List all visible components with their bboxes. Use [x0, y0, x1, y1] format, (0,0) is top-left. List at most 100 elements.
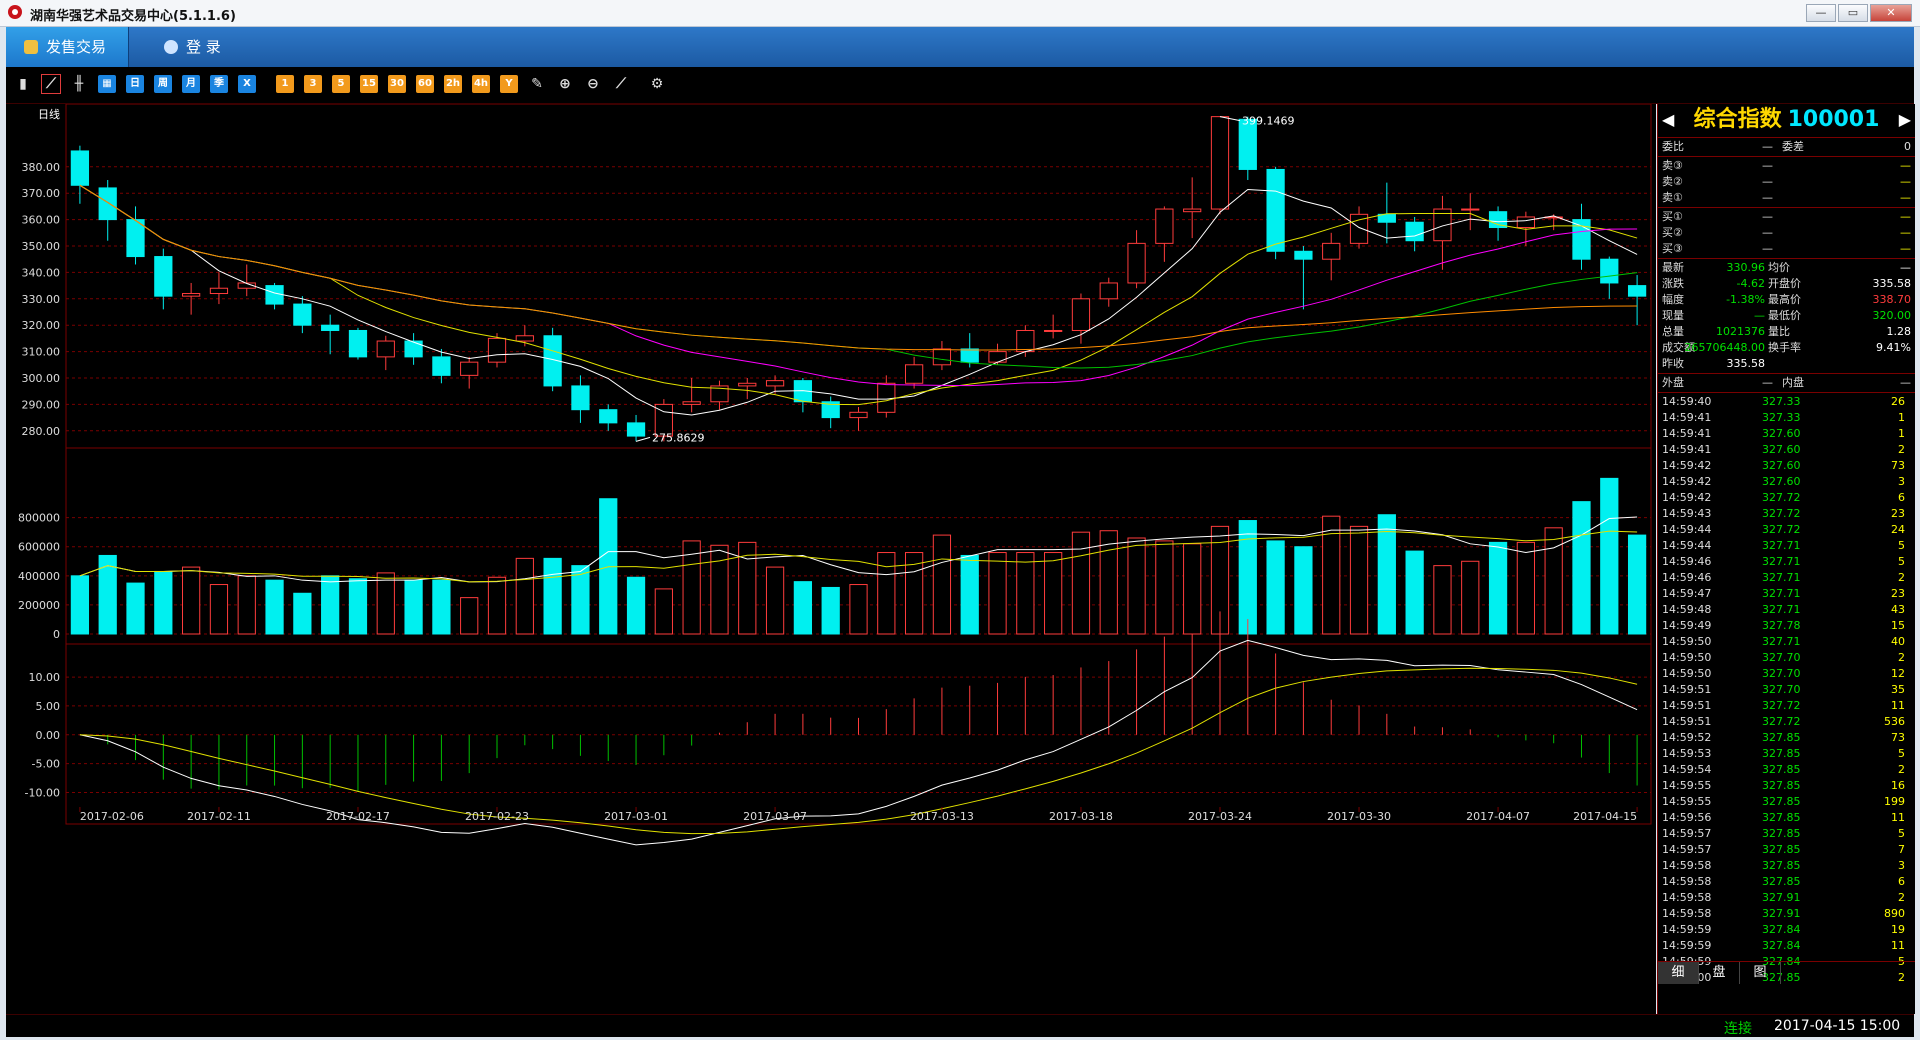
bar-chart-icon[interactable]: ▮ [14, 75, 32, 93]
stat-value-2: 338.70 [1872, 293, 1912, 306]
calendar-icon[interactable]: ▦ [98, 75, 116, 93]
tab-login[interactable]: 登 录 [146, 27, 246, 67]
tick-price: 327.85 [1762, 747, 1801, 760]
tick-price: 327.85 [1762, 731, 1801, 744]
candle-body [321, 324, 340, 331]
candle-body [1044, 329, 1063, 332]
tick-time: 14:59:51 [1662, 715, 1712, 728]
candle-body [1183, 208, 1202, 213]
tick-volume: 15 [1891, 619, 1905, 632]
stat-row: 最新 330.96 均价 — [1658, 260, 1915, 276]
candle-body [460, 361, 479, 376]
tick-row: 14:59:58 327.91 890 [1658, 906, 1915, 922]
tick-time: 14:59:41 [1662, 411, 1712, 424]
candle-icon[interactable]: ╫ [70, 75, 88, 93]
volume-bar [1238, 520, 1257, 635]
tick-price: 327.85 [1762, 811, 1801, 824]
tick-row: 14:59:59 327.84 11 [1658, 938, 1915, 954]
inner-label: 内盘 [1782, 376, 1804, 389]
order-ratio-label: 委比 [1662, 140, 1684, 153]
candle-body [209, 287, 229, 295]
tick-volume: 16 [1891, 779, 1905, 792]
tick-price: 327.72 [1762, 507, 1801, 520]
period-4h-button[interactable]: 4h [472, 75, 490, 93]
volume-bar [154, 570, 173, 635]
stat-value-2: 9.41% [1876, 341, 1911, 354]
candle-body [70, 150, 90, 186]
price-axis-label: 280.00 [22, 425, 61, 438]
price-axis-label: 310.00 [22, 346, 61, 359]
candle-body [1210, 116, 1230, 210]
tick-price: 327.71 [1762, 635, 1801, 648]
tick-time: 14:59:58 [1662, 859, 1712, 872]
volume-bar [293, 592, 312, 635]
period-60m-button[interactable]: 60 [416, 75, 434, 93]
tick-time: 14:59:52 [1662, 731, 1712, 744]
candle-body [1516, 216, 1535, 229]
date-axis-label: 2017-02-23 [465, 810, 529, 823]
tick-time: 14:59:44 [1662, 539, 1712, 552]
tick-price: 327.33 [1762, 411, 1801, 424]
volume-bar [1183, 543, 1202, 635]
buy-level-volume: — [1900, 242, 1911, 255]
chart-frame [65, 104, 1652, 825]
zoom-in-icon[interactable]: ⊕ [556, 75, 574, 93]
volume-bar [237, 575, 256, 635]
period-week-button[interactable]: 周 [154, 75, 172, 93]
edit-icon[interactable]: ✎ [528, 75, 546, 93]
period-year-button[interactable]: Y [500, 75, 518, 93]
tab-trade[interactable]: 发售交易 [6, 27, 129, 67]
ma30-line [79, 184, 1638, 369]
period-day-button[interactable]: 日 [126, 75, 144, 93]
settings-icon[interactable]: ⚙ [648, 75, 666, 93]
tick-time: 14:59:58 [1662, 891, 1712, 904]
buy-level-label: 买③ [1662, 242, 1683, 255]
volume-bar [1266, 540, 1285, 635]
tick-row: 14:59:58 327.85 6 [1658, 874, 1915, 890]
period-5m-button[interactable]: 5 [332, 75, 350, 93]
prev-arrow-icon[interactable]: ◀ [1662, 104, 1674, 136]
candle-body [348, 329, 368, 358]
next-arrow-icon[interactable]: ▶ [1899, 104, 1911, 136]
tick-time: 14:59:58 [1662, 875, 1712, 888]
period-15m-button[interactable]: 15 [360, 75, 378, 93]
zoom-out-icon[interactable]: ⊖ [584, 75, 602, 93]
period-month-button[interactable]: 月 [182, 75, 200, 93]
volume-bar [70, 575, 90, 635]
tab-chart[interactable]: 图 [1740, 962, 1781, 984]
tab-orderbook[interactable]: 盘 [1699, 962, 1740, 984]
candle-body [904, 364, 924, 384]
period-quarter-button[interactable]: 季 [210, 75, 228, 93]
tab-detail[interactable]: 细 [1658, 962, 1699, 984]
period-3m-button[interactable]: 3 [304, 75, 322, 93]
tick-price: 327.71 [1762, 539, 1801, 552]
title-bar: 湖南华强艺术品交易中心(5.1.1.6) — ▭ ✕ [0, 0, 1920, 27]
volume-bar [793, 581, 813, 635]
close-button[interactable]: ✕ [1870, 4, 1912, 22]
volume-axis-label: 0 [53, 628, 60, 641]
period-x-button[interactable]: X [238, 75, 256, 93]
tick-volume: 5 [1898, 827, 1905, 840]
maximize-button[interactable]: ▭ [1838, 4, 1868, 22]
volume-bar [1016, 552, 1035, 635]
sell-level-price: — [1762, 191, 1773, 204]
draw-line-icon[interactable]: ⟋ [612, 75, 630, 93]
minimize-button[interactable]: — [1806, 4, 1836, 22]
tick-time: 14:59:42 [1662, 475, 1712, 488]
tick-price: 327.91 [1762, 907, 1801, 920]
tick-row: 14:59:50 327.71 40 [1658, 634, 1915, 650]
tick-volume: 73 [1891, 459, 1905, 472]
tick-row: 14:59:41 327.60 2 [1658, 442, 1915, 458]
period-30m-button[interactable]: 30 [388, 75, 406, 93]
period-1m-button[interactable]: 1 [276, 75, 294, 93]
volume-axis-label: 800000 [18, 512, 60, 525]
tick-row: 14:59:58 327.91 2 [1658, 890, 1915, 906]
instrument-title: ◀ 综合指数 100001 ▶ [1658, 104, 1915, 136]
candle-body [293, 303, 312, 326]
tick-price: 327.84 [1762, 923, 1801, 936]
candle-body [738, 382, 757, 387]
kline-chart-area[interactable]: 日线 380.00 370.00 360.00 350.00 340.00 330.00 32… [6, 104, 1656, 1014]
tick-row: 14:59:49 327.78 15 [1658, 618, 1915, 634]
line-chart-icon[interactable]: ⟋ [41, 74, 61, 94]
period-2h-button[interactable]: 2h [444, 75, 462, 93]
